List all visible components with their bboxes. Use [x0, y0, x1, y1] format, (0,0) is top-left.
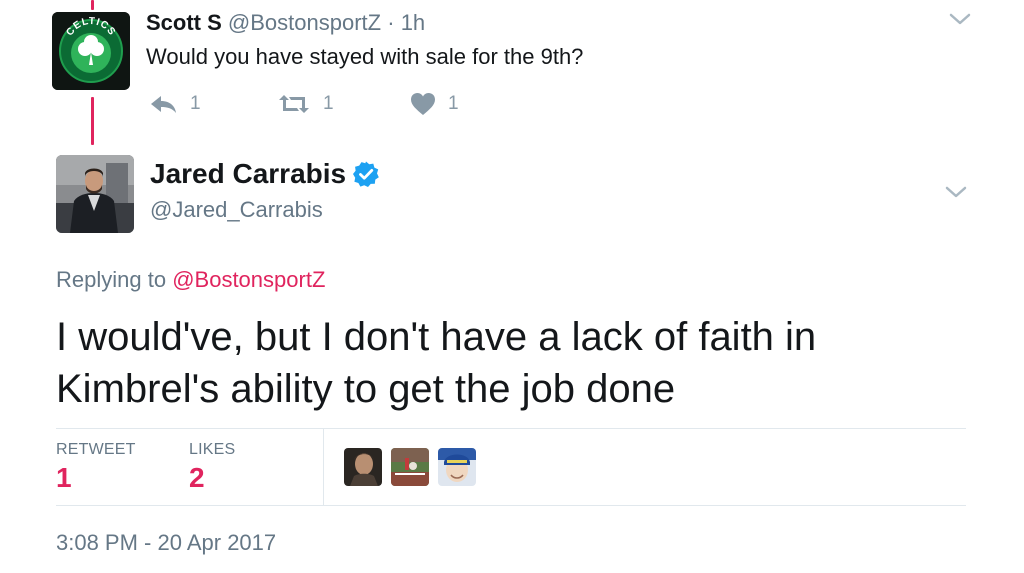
- tweet-timestamp[interactable]: 3:08 PM - 20 Apr 2017: [56, 530, 276, 556]
- reply-icon: [151, 96, 176, 113]
- likes-stat-value[interactable]: 2: [189, 462, 205, 494]
- likes-stat-label[interactable]: LIKES: [189, 441, 235, 459]
- thread-line: [91, 97, 94, 145]
- reply-count: 1: [190, 93, 201, 114]
- replying-to-line: Replying to @BostonsportZ: [56, 267, 325, 293]
- retweet-stat-label[interactable]: RETWEET: [56, 441, 136, 459]
- divider: [56, 505, 966, 506]
- retweet-button[interactable]: 1: [277, 90, 334, 118]
- heart-icon: [411, 93, 435, 115]
- tweet-time[interactable]: 1h: [401, 10, 425, 35]
- liker-avatar[interactable]: [344, 448, 382, 486]
- tweet-text: Would you have stayed with sale for the …: [146, 44, 584, 69]
- divider: [323, 429, 324, 505]
- user-name[interactable]: Scott S: [146, 10, 222, 35]
- like-button[interactable]: 1: [410, 90, 459, 118]
- profile-photo: [56, 155, 134, 233]
- verified-badge-icon: [353, 161, 379, 187]
- thread-line: [91, 0, 94, 10]
- avatar[interactable]: [56, 155, 134, 233]
- retweet-stat-value[interactable]: 1: [56, 462, 72, 494]
- chevron-down-icon[interactable]: [948, 11, 972, 27]
- user-name[interactable]: Jared Carrabis: [150, 158, 346, 190]
- chevron-down-icon[interactable]: [944, 184, 968, 200]
- reply-button[interactable]: 1: [148, 90, 201, 118]
- tweet-header: Scott S @BostonsportZ · 1h: [146, 10, 425, 36]
- user-handle[interactable]: @BostonsportZ: [228, 10, 381, 35]
- user-handle[interactable]: @Jared_Carrabis: [150, 197, 323, 223]
- retweet-count: 1: [323, 93, 334, 114]
- like-count: 1: [448, 93, 459, 114]
- liker-avatars: [344, 448, 476, 486]
- tweet-text: I would've, but I don't have a lack of f…: [56, 315, 817, 411]
- retweet-icon: [279, 95, 309, 113]
- avatar[interactable]: CELTICS: [52, 12, 130, 90]
- divider: [56, 428, 966, 429]
- replying-prefix: Replying to: [56, 267, 167, 292]
- author-name-row: Jared Carrabis: [150, 158, 380, 190]
- tweet-detail-view: CELTICS Scott S @BostonsportZ · 1h Would…: [0, 0, 1024, 573]
- separator-dot: ·: [387, 10, 395, 35]
- liker-avatar[interactable]: [438, 448, 476, 486]
- celtics-logo-icon: CELTICS: [52, 12, 130, 90]
- liker-avatar[interactable]: [391, 448, 429, 486]
- replying-mention-link[interactable]: @BostonsportZ: [172, 267, 325, 292]
